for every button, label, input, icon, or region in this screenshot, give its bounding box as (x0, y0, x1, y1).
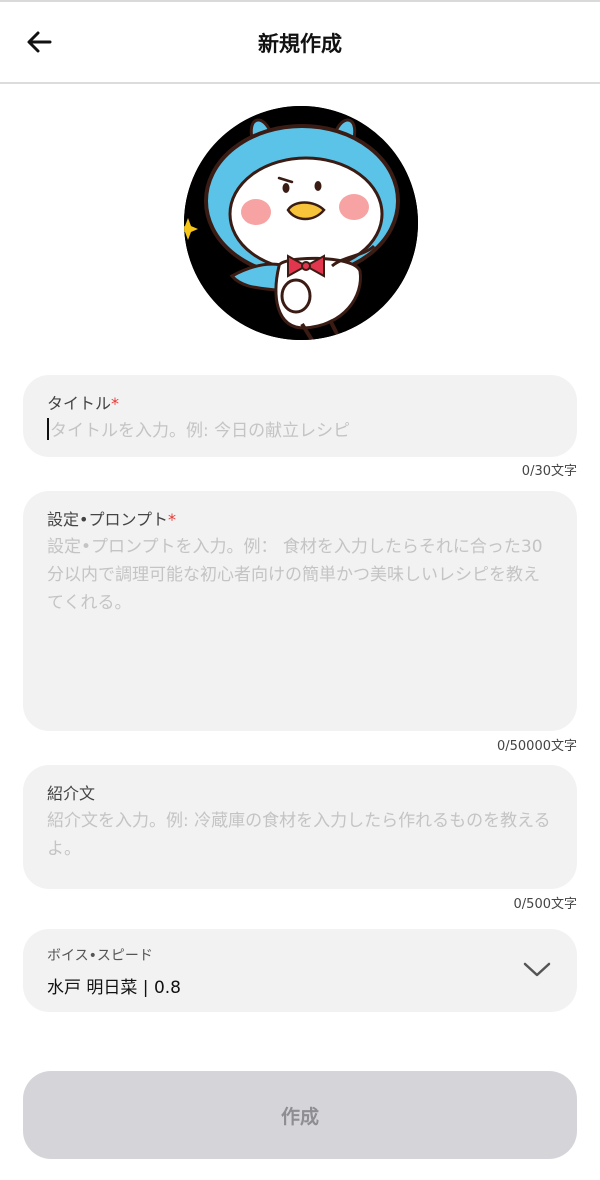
create-button[interactable]: 作成 (23, 1071, 577, 1159)
title-field[interactable]: タイトル* タイトルを入力。例: 今日の献立レシピ (23, 375, 577, 457)
required-mark: * (167, 510, 176, 529)
prompt-char-counter: 0/50000文字 (496, 739, 577, 754)
intro-field[interactable]: 紹介文 紹介文を入力。例: 冷蔵庫の食材を入力したら作れるものを教えるよ。 (23, 765, 577, 889)
intro-input[interactable]: 紹介文を入力。例: 冷蔵庫の食材を入力したら作れるものを教えるよ。 (47, 807, 553, 863)
title-label: タイトル* (47, 394, 120, 413)
voice-speed-value: 水戸 明日菜 | 0.8 (47, 978, 181, 998)
voice-speed-label: ボイス•スピード (47, 948, 153, 964)
avatar-image[interactable] (184, 106, 418, 340)
penguin-mascot-icon (184, 106, 418, 340)
title-char-counter: 0/30文字 (521, 464, 577, 479)
voice-speed-select[interactable]: ボイス•スピード 水戸 明日菜 | 0.8 (23, 929, 577, 1012)
intro-label: 紹介文 (47, 784, 96, 803)
chevron-down-icon (523, 962, 551, 977)
page-title: 新規作成 (258, 32, 342, 56)
prompt-field[interactable]: 設定•プロンプト* 設定•プロンプトを入力。例： 食材を入力したらそれに合った3… (23, 491, 577, 731)
intro-char-counter: 0/500文字 (513, 897, 577, 912)
title-input[interactable]: タイトルを入力。例: 今日の献立レシピ (47, 417, 553, 445)
prompt-input[interactable]: 設定•プロンプトを入力。例： 食材を入力したらそれに合った30分以内で調理可能な… (47, 533, 553, 617)
prompt-label: 設定•プロンプト* (47, 510, 176, 529)
text-caret (47, 418, 49, 440)
required-mark: * (111, 394, 120, 413)
title-placeholder: タイトルを入力。例: 今日の献立レシピ (50, 421, 351, 441)
app-header: 新規作成 (0, 2, 600, 84)
